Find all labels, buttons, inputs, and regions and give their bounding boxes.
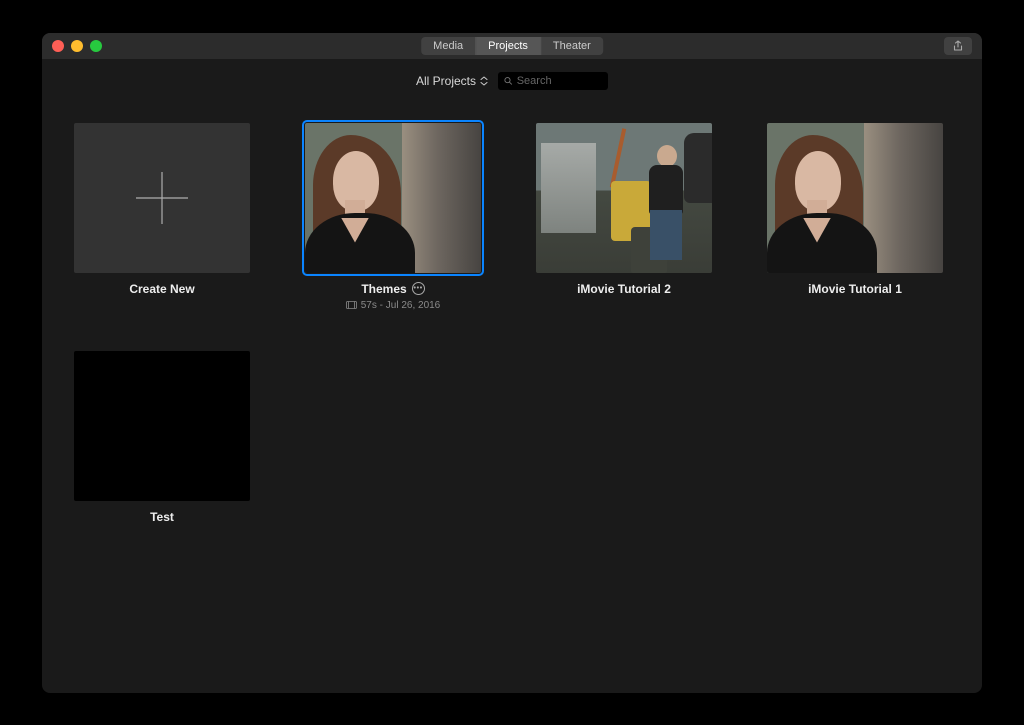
project-test-title: Test [74,510,250,524]
minimize-window-button[interactable] [71,40,83,52]
project-tutorial-1[interactable]: iMovie Tutorial 1 [767,123,943,311]
movie-icon [346,301,357,309]
toolbar: All Projects [42,59,982,103]
project-tutorial-1-title: iMovie Tutorial 1 [767,282,943,296]
create-new-label: Create New [74,282,250,296]
project-tutorial-2-title: iMovie Tutorial 2 [536,282,712,296]
titlebar: Media Projects Theater [42,33,982,59]
create-new-project[interactable]: Create New [74,123,250,311]
project-themes-title: Themes [361,282,406,296]
project-filter-dropdown[interactable]: All Projects [416,74,488,88]
sort-arrows-icon [480,76,488,86]
share-button[interactable] [944,37,972,55]
search-icon [504,76,513,86]
share-icon [952,40,964,52]
maximize-window-button[interactable] [90,40,102,52]
project-themes[interactable]: Themes ••• 57s - Jul 26, 2016 [305,123,481,311]
project-more-button[interactable]: ••• [412,282,425,295]
projects-grid: Create New Themes ••• [42,103,982,693]
plus-icon [132,168,192,228]
project-themes-meta: 57s - Jul 26, 2016 [361,300,441,311]
project-themes-thumbnail [305,123,481,273]
filter-label-text: All Projects [416,74,476,88]
tab-media[interactable]: Media [421,37,476,55]
imovie-window: Media Projects Theater All Projects [42,33,982,693]
search-input[interactable] [517,75,602,87]
project-tutorial-2[interactable]: iMovie Tutorial 2 [536,123,712,311]
project-tutorial-2-thumbnail [536,123,712,273]
tab-projects[interactable]: Projects [476,37,541,55]
project-test-thumbnail [74,351,250,501]
window-controls [42,40,102,52]
close-window-button[interactable] [52,40,64,52]
tab-theater[interactable]: Theater [541,37,603,55]
search-box[interactable] [498,72,608,90]
project-test[interactable]: Test [74,351,250,524]
view-segmented-control: Media Projects Theater [421,37,603,55]
project-tutorial-1-thumbnail [767,123,943,273]
create-new-thumbnail [74,123,250,273]
